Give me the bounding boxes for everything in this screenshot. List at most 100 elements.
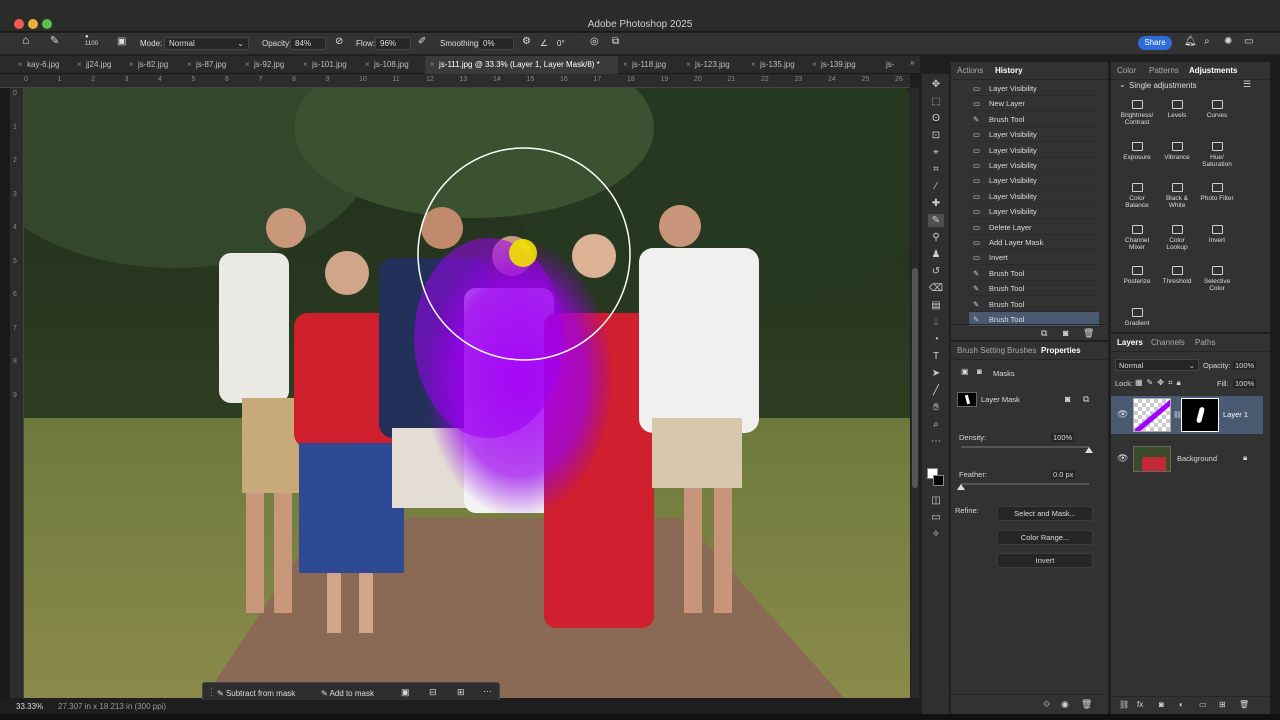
home-icon[interactable]: ⌂ [22,34,29,46]
screen-mode-icon[interactable]: ▭ [928,511,944,524]
visibility-icon[interactable]: ◉ [1061,699,1069,710]
generative-icon[interactable]: ✧ [928,528,944,541]
mask-options-icon[interactable]: ▣ [401,687,410,698]
adjustment-item[interactable]: Curves [1197,100,1237,119]
blend-mode-select[interactable]: Normal ⌄ [1115,359,1199,371]
document-canvas[interactable] [24,88,910,698]
trash-icon[interactable]: 🗑︎ [1239,700,1249,709]
healing-tool-icon[interactable]: ✚ [928,197,944,210]
brush-tool-icon[interactable]: ✎ [928,214,944,227]
history-brush-tool-icon[interactable]: ↺ [928,265,944,278]
feather-value[interactable]: 0.0 px [1051,470,1076,479]
new-layer-icon[interactable]: ⊞ [1219,700,1226,709]
quick-select-tool-icon[interactable]: ⌖ [928,146,944,159]
zoom-tool-icon[interactable]: ⌕ [928,418,944,431]
smoothing-field[interactable]: 0% [478,37,514,50]
path-select-tool-icon[interactable]: ➤ [928,367,944,380]
flow-field[interactable]: 96% [375,37,411,50]
gradient-tool-icon[interactable]: ▤ [928,299,944,312]
close-tab-icon[interactable]: × [245,60,250,70]
history-item[interactable]: ✎ Brush Tool [969,297,1099,312]
opacity-field[interactable]: 84% [290,37,326,50]
layer-mask-thumbnail[interactable] [1181,398,1219,432]
smoothing-options-icon[interactable]: ⚙ [522,36,531,47]
tab-document[interactable]: js-118.jpg [632,60,666,70]
load-selection-icon[interactable]: ⟐ [1043,699,1050,710]
discover-icon[interactable]: ✺ [1224,36,1232,47]
adjustment-item[interactable]: Color Lookup [1157,224,1197,251]
layer-name[interactable]: Layer 1 [1223,410,1248,419]
adjustment-item[interactable]: Invert [1197,224,1237,244]
add-to-mask-button[interactable]: ✎ Add to mask [321,686,391,701]
blur-tool-icon[interactable]: 💧︎ [928,316,944,329]
trash-icon[interactable]: 🗑︎ [1083,328,1094,339]
adjustment-item[interactable]: Brightness/Contrast [1117,100,1157,126]
tab-document[interactable]: js-139.jpg [821,60,856,70]
hand-tool-icon[interactable]: ✋︎ [928,401,944,414]
close-tab-icon[interactable]: × [187,60,192,70]
tab-document[interactable]: js- [886,60,894,70]
density-value[interactable]: 100% [1051,433,1075,442]
feather-slider[interactable] [961,483,1089,485]
adjustment-item[interactable]: Channel Mixer [1117,224,1157,251]
close-tab-icon[interactable]: × [812,60,817,70]
tab-color[interactable]: Color [1117,66,1136,76]
zoom-level[interactable]: 33.33% [16,702,43,711]
quick-mask-icon[interactable]: ◫ [928,494,944,507]
mask-link-icon[interactable]: ⧉ [1083,394,1089,405]
pixel-mask-icon[interactable]: ▣ [961,367,969,376]
tab-document[interactable]: js-92.jpg [254,60,284,70]
lasso-tool-icon[interactable]: ʘ [928,112,944,125]
more-options-icon[interactable]: ⋯ [483,686,492,697]
history-item[interactable]: ▭ Layer Visibility [969,158,1099,173]
tab-properties[interactable]: Properties [1041,346,1081,356]
clone-stamp-tool-icon[interactable]: ⚲ [928,231,944,244]
drag-handle-icon[interactable]: ⋮ [207,687,216,698]
history-item[interactable]: ▭ Layer Visibility [969,81,1099,96]
search-icon[interactable]: ⌕ [1204,36,1210,47]
eye-icon[interactable]: 👁︎ [1117,409,1128,420]
crop-tool-icon[interactable]: ⌗ [928,163,944,176]
brush-settings-icon[interactable]: ▣ [117,36,126,47]
tab-document[interactable]: kay-6.jpg [27,60,59,70]
history-item[interactable]: ▭ Layer Visibility [969,143,1099,158]
density-slider-thumb[interactable] [1085,447,1093,453]
adjustment-item[interactable]: Vibrance [1157,141,1197,161]
eyedropper-tool-icon[interactable]: ⁄ [928,180,944,193]
close-tab-icon[interactable]: × [751,60,756,70]
tab-document[interactable]: js-123.jpg [695,60,730,70]
tab-brush-settings[interactable]: Brush Setting [957,346,1005,356]
trash-icon[interactable]: 🗑︎ [1081,699,1092,710]
eye-icon[interactable]: 👁︎ [1117,453,1128,464]
adjustment-item[interactable]: Hue/Saturation [1197,141,1237,168]
vector-mask-icon[interactable]: ◙ [977,367,982,376]
new-document-from-state-icon[interactable]: ⧉ [1041,328,1047,339]
close-tab-icon[interactable]: × [303,60,308,70]
select-and-mask-button[interactable]: Select and Mask... [997,506,1093,521]
pen-tool-icon[interactable]: ╱ [928,384,944,397]
history-item[interactable]: ▭ Layer Visibility [969,127,1099,143]
fill-value[interactable]: 100% [1233,379,1257,388]
add-mask-icon[interactable]: ◙ [1159,700,1164,709]
link-layers-icon[interactable]: ⛓︎ [1119,700,1129,709]
tab-document[interactable]: js-108.jpg [374,60,409,70]
close-tab-icon[interactable]: × [686,60,691,70]
object-select-tool-icon[interactable]: ⊡ [928,129,944,142]
close-tab-icon[interactable]: × [77,60,82,70]
history-item[interactable]: ▭ Delete Layer [969,220,1099,235]
tab-document[interactable]: js-111.jpg @ 33.3% (Layer 1, Layer Mask/… [439,60,600,70]
history-item[interactable]: ▭ New Layer [969,96,1099,112]
layer-opacity-value[interactable]: 100% [1233,361,1257,370]
history-item[interactable]: ▭ Layer Visibility [969,204,1099,220]
more-tabs-icon[interactable]: » [910,58,914,68]
history-item[interactable]: ▭ Layer Visibility [969,173,1099,189]
density-slider[interactable] [961,446,1089,448]
adjustment-item[interactable]: Gradient [1117,307,1157,327]
close-tab-icon[interactable]: × [129,60,134,70]
tab-document[interactable]: js-82.jpg [138,60,168,70]
invert-button[interactable]: Invert [997,553,1093,568]
mask-apply-icon[interactable]: ◙ [1065,394,1070,404]
close-tab-icon[interactable]: × [623,60,628,70]
layer-row[interactable]: 👁︎ Background 🔒︎ [1111,440,1263,478]
close-tab-icon[interactable]: × [18,60,23,70]
